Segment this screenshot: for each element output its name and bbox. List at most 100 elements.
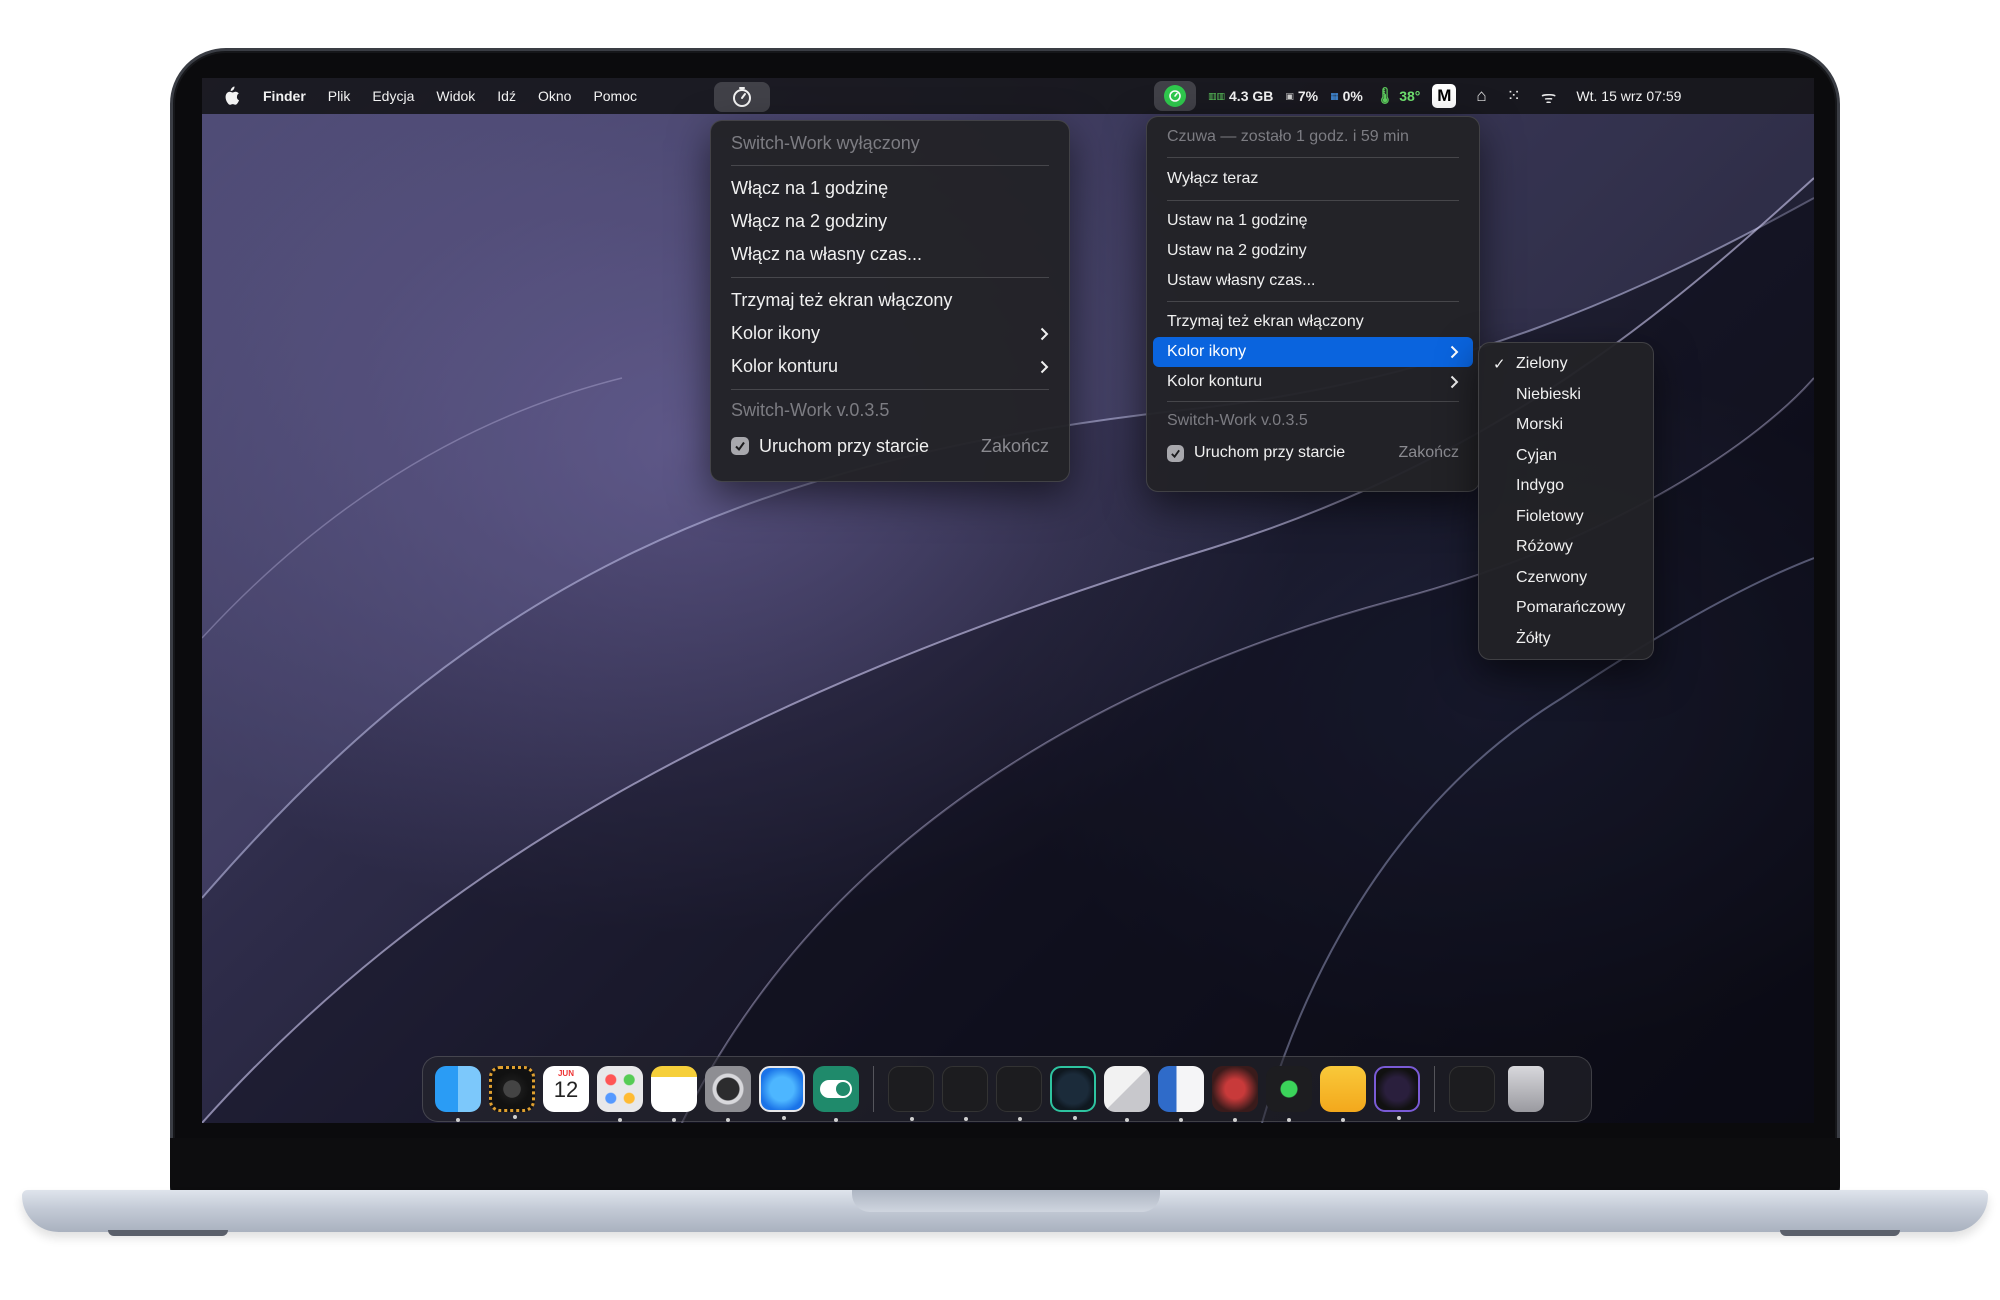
notes-icon[interactable] [651,1066,697,1122]
version-label: Switch-Work v.0.3.5 [731,400,890,420]
icon-color-label: Kolor ikony [731,323,821,343]
switch-work-menu-extra-active[interactable] [1154,81,1196,111]
color-option-cyan[interactable]: Cyjan [1479,441,1653,472]
laptop-foot [1780,1230,1900,1236]
set-custom-item[interactable]: Ustaw własny czas... [1167,266,1459,296]
color-option-blue[interactable]: Niebieski [1479,380,1653,411]
timer-icon [733,87,751,107]
footer-row: Uruchom przy starcie Zakończ [731,427,1049,465]
menu-file[interactable]: Plik [317,88,362,104]
keep-screen-on-item[interactable]: Trzymaj też ekran włączony [731,284,1049,317]
network-stat[interactable]: ▦ 0% [1330,88,1363,104]
laptop-thumb-notch [852,1190,1160,1212]
chevron-right-icon [1450,375,1459,389]
chevron-right-icon [1040,327,1049,340]
enable-1h-item[interactable]: Włącz na 1 godzinę [731,172,1049,205]
launchpad-grid-icon[interactable] [597,1066,643,1122]
safari-icon[interactable] [759,1066,805,1120]
apple-logo-icon[interactable] [222,86,240,106]
lightbulb-app-icon[interactable] [1320,1066,1366,1122]
control-center-grid-icon[interactable]: ⁙ [1507,86,1521,106]
menu-finder[interactable]: Finder [252,88,317,104]
checkmark-icon [1171,449,1180,458]
outline-color-label: Kolor konturu [731,356,839,376]
laptop-foot [108,1230,228,1236]
color-option-red[interactable]: Czerwony [1479,563,1653,594]
status-label: Switch-Work wyłączony [731,132,920,153]
timer-icon [1164,85,1186,107]
menu-help[interactable]: Pomoc [582,88,648,104]
launchpad-icon[interactable] [489,1066,535,1119]
enable-custom-item[interactable]: Włącz na własny czas... [731,238,1049,271]
checkmark-icon: ✓ [1493,356,1506,374]
ram-icon: ▥▥ [1208,90,1226,101]
wifi-icon[interactable]: ᯤ [1541,85,1557,108]
laptop-mockup: Finder Plik Edycja Widok Idź Okno Pomoc [0,0,2000,1300]
system-settings-icon[interactable] [705,1066,751,1122]
menu-view[interactable]: Widok [425,88,486,104]
calendar-icon[interactable]: JUN 12 [543,1066,589,1112]
menu-window[interactable]: Okno [527,88,582,104]
dock-separator [873,1066,874,1112]
color-option-green[interactable]: ✓ Zielony [1479,349,1653,380]
quit-button[interactable]: Zakończ [1399,444,1459,462]
switch-work-menu-extra-inactive[interactable] [714,82,770,112]
markdown-ai-icon[interactable] [1158,1066,1204,1122]
glasses-app-icon[interactable] [1266,1066,1312,1122]
set-2h-item[interactable]: Ustaw na 2 godziny [1167,236,1459,266]
memory-stat[interactable]: ▥▥ 4.3 GB [1208,88,1273,104]
icon-color-submenu: ✓ Zielony Niebieski Morski Cyjan Indygo F… [1478,342,1654,660]
chevron-right-icon [1450,345,1459,359]
laptop-chin [170,1138,1840,1192]
m-app-icon[interactable]: M [1432,84,1457,108]
launch-at-login-checkbox[interactable] [1167,444,1184,462]
color-option-pink[interactable]: Różowy [1479,532,1653,563]
outline-color-item[interactable]: Kolor konturu [731,350,1049,383]
temperature-stat[interactable]: 🌡 38° [1375,86,1420,106]
cpu-stat[interactable]: ▣ 7% [1285,88,1318,104]
launch-at-login-checkbox[interactable] [731,437,749,455]
launch-at-login-label[interactable]: Uruchom przy starcie [1194,444,1345,462]
cpu-chip-icon: ▣ [1285,90,1294,101]
menu-edit[interactable]: Edycja [361,88,425,104]
color-option-orange[interactable]: Pomarańczowy [1479,593,1653,624]
airdrop-icon[interactable]: ⌂ [1476,86,1486,106]
app-placeholder-icon[interactable] [888,1066,934,1121]
color-option-indigo[interactable]: Indygo [1479,471,1653,502]
thermometer-icon: 🌡 [1374,88,1396,105]
menu-bar: Finder Plik Edycja Widok Idź Okno Pomoc [202,78,1814,114]
dock-separator [1434,1066,1435,1112]
app-placeholder-icon[interactable] [942,1066,988,1121]
set-1h-item[interactable]: Ustaw na 1 godzinę [1167,206,1459,236]
turn-off-now-item[interactable]: Wyłącz teraz [1167,158,1459,200]
chevron-right-icon [1040,360,1049,373]
document-icon[interactable] [1104,1066,1150,1122]
quit-button[interactable]: Zakończ [981,436,1049,457]
icon-color-item[interactable]: Kolor ikony [731,317,1049,350]
outline-color-label: Kolor konturu [1167,373,1263,390]
toggle-icon [820,1080,852,1098]
launch-at-login-label[interactable]: Uruchom przy starcie [759,436,929,457]
keep-screen-on-item[interactable]: Trzymaj też ekran włączony [1167,307,1459,337]
icon-color-item[interactable]: Kolor ikony [1153,337,1473,367]
desktop-screen: Finder Plik Edycja Widok Idź Okno Pomoc [202,78,1814,1123]
switch-work-menu-inactive: Switch-Work wyłączony Włącz na 1 godzinę… [710,120,1070,482]
switch-work-app-icon[interactable] [813,1066,859,1122]
color-option-teal[interactable]: Morski [1479,410,1653,441]
enable-2h-item[interactable]: Włącz na 2 godziny [731,205,1049,238]
activity-app-icon[interactable] [1374,1066,1420,1120]
app-placeholder-icon[interactable] [1449,1066,1495,1112]
gpu-icon: ▦ [1330,90,1339,101]
octopus-app-icon[interactable] [1212,1066,1258,1122]
m-app-dock-icon[interactable] [1050,1066,1096,1120]
color-option-yellow[interactable]: Żółty [1479,624,1653,655]
trash-icon[interactable] [1508,1066,1544,1112]
color-option-purple[interactable]: Fioletowy [1479,502,1653,533]
clock[interactable]: Wt. 15 wrz 07:59 [1576,88,1681,104]
finder-icon[interactable] [435,1066,481,1122]
outline-color-item[interactable]: Kolor konturu [1167,367,1459,397]
checkmark-icon [735,441,745,452]
status-label: Czuwa — zostało 1 godz. i 59 min [1167,128,1409,145]
menu-go[interactable]: Idź [486,88,527,104]
app-placeholder-icon[interactable] [996,1066,1042,1121]
